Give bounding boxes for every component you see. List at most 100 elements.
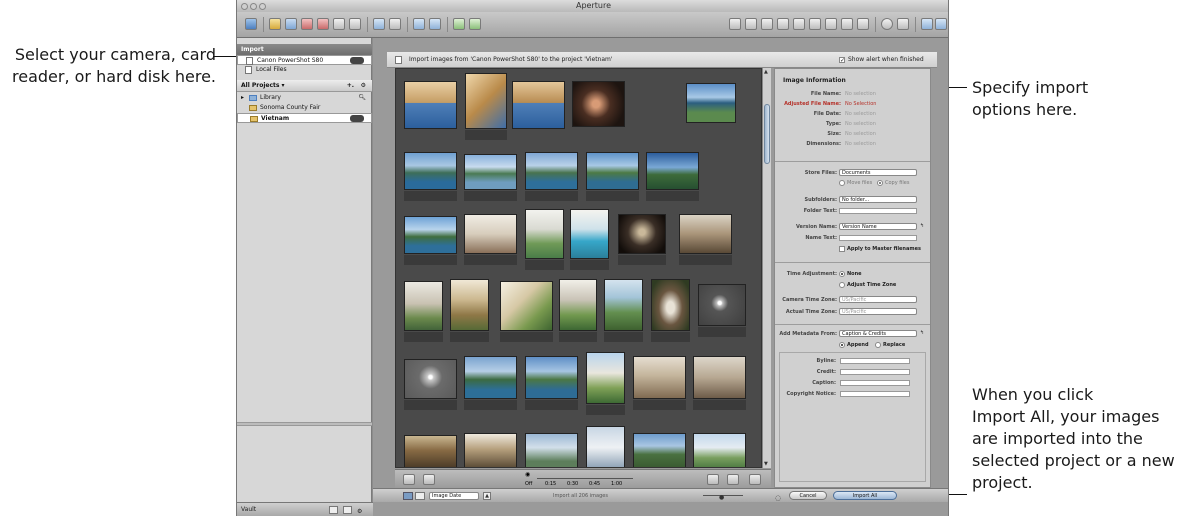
- image-thumbnail[interactable]: [404, 435, 457, 467]
- project-item-library[interactable]: ▸ Library 🔍︎: [237, 93, 372, 103]
- credit-field[interactable]: [840, 369, 910, 375]
- list-view-icon[interactable]: [415, 492, 425, 500]
- image-thumbnail[interactable]: [693, 433, 746, 467]
- image-thumbnail[interactable]: [464, 214, 517, 254]
- copyright-notice-field[interactable]: [840, 391, 910, 397]
- image-thumbnail[interactable]: [693, 356, 746, 399]
- vault-add-icon[interactable]: [343, 506, 352, 514]
- show-alert-checkbox[interactable]: ✓: [839, 57, 845, 64]
- spot-patch-tool-icon[interactable]: [825, 18, 837, 30]
- import-all-button[interactable]: Import All: [833, 491, 897, 500]
- time-slider-track[interactable]: [537, 478, 633, 479]
- rotate-icon[interactable]: [707, 474, 719, 485]
- version-name-popup[interactable]: Version Name: [839, 223, 917, 230]
- project-item-vietnam[interactable]: Vietnam: [237, 113, 372, 123]
- image-thumbnail[interactable]: [570, 209, 609, 259]
- image-thumbnail[interactable]: [559, 279, 597, 331]
- minimize-window-button[interactable]: [250, 3, 257, 10]
- search-icon[interactable]: 🔍︎: [358, 93, 366, 103]
- rotate-left-icon[interactable]: [453, 18, 465, 30]
- slider-knob-icon[interactable]: ●: [719, 491, 724, 505]
- image-thumbnail[interactable]: [586, 352, 625, 404]
- full-screen-icon[interactable]: [881, 18, 893, 30]
- redeye-tool-icon[interactable]: [809, 18, 821, 30]
- image-thumbnail[interactable]: [464, 433, 517, 467]
- inspector-icon[interactable]: [897, 18, 909, 30]
- image-thumbnail[interactable]: [646, 152, 699, 190]
- image-thumbnail[interactable]: [618, 214, 666, 254]
- stack-icon[interactable]: [373, 18, 385, 30]
- gear-icon[interactable]: ⚙: [361, 80, 366, 92]
- layout-icon[interactable]: [921, 18, 933, 30]
- straighten-tool-icon[interactable]: [777, 18, 789, 30]
- image-thumbnail[interactable]: [633, 433, 686, 467]
- image-thumbnail[interactable]: [450, 279, 489, 331]
- byline-field[interactable]: [840, 358, 910, 364]
- adjust-time-zone-radio[interactable]: [839, 282, 845, 288]
- rotate-right-icon[interactable]: [469, 18, 481, 30]
- image-thumbnail[interactable]: [604, 279, 643, 331]
- select-tool-icon[interactable]: [729, 18, 741, 30]
- subfolders-popup[interactable]: No folder...: [839, 196, 917, 203]
- none-radio[interactable]: [839, 271, 845, 277]
- new-book-icon[interactable]: [349, 18, 361, 30]
- eye-icon[interactable]: [857, 18, 869, 30]
- image-thumbnail[interactable]: [404, 152, 457, 190]
- image-thumbnail[interactable]: [525, 152, 578, 190]
- name-text-field[interactable]: [839, 235, 917, 241]
- lift-tool-icon[interactable]: [761, 18, 773, 30]
- new-project-icon[interactable]: [269, 18, 281, 30]
- scroll-thumb[interactable]: [764, 104, 770, 164]
- import-toolbar-icon[interactable]: [245, 18, 257, 30]
- image-thumbnail[interactable]: [404, 216, 457, 254]
- scroll-up-icon[interactable]: ▲: [764, 69, 768, 75]
- move-files-radio[interactable]: [839, 180, 845, 186]
- loupe-icon[interactable]: [841, 18, 853, 30]
- image-thumbnail[interactable]: [464, 356, 517, 399]
- zoom-window-button[interactable]: [259, 3, 266, 10]
- rotate-tool-icon[interactable]: [745, 18, 757, 30]
- camera-time-zone-popup[interactable]: US/Pacific: [839, 296, 917, 303]
- scroll-down-icon[interactable]: ▼: [764, 461, 768, 467]
- image-thumbnail[interactable]: [512, 81, 565, 129]
- image-thumbnail[interactable]: [525, 433, 578, 467]
- folder-text-field[interactable]: [839, 208, 917, 214]
- all-projects-header[interactable]: All Projects ▾ +. ⚙: [237, 80, 372, 92]
- metadata-popup[interactable]: Caption & Credits: [839, 330, 917, 337]
- image-thumbnail[interactable]: [572, 81, 625, 127]
- disclosure-triangle-icon[interactable]: ▸: [241, 93, 244, 103]
- sort-popup[interactable]: Image Date: [429, 492, 479, 500]
- close-window-button[interactable]: [241, 3, 248, 10]
- copy-files-radio[interactable]: [877, 180, 883, 186]
- new-album-icon[interactable]: [301, 18, 313, 30]
- panel-splitter[interactable]: [237, 422, 372, 426]
- caption-field[interactable]: [840, 380, 910, 386]
- new-smart-album-icon[interactable]: [317, 18, 329, 30]
- crop-tool-icon[interactable]: [793, 18, 805, 30]
- vault-gear-icon[interactable]: ⚙: [357, 505, 362, 516]
- image-thumbnail[interactable]: [404, 281, 443, 331]
- edit-icon[interactable]: ↰: [920, 223, 924, 229]
- grid-view-icon[interactable]: [403, 492, 413, 500]
- replace-radio[interactable]: [875, 342, 881, 348]
- image-thumbnail[interactable]: [465, 73, 507, 129]
- actual-time-zone-popup[interactable]: US/Pacific: [839, 308, 917, 315]
- view-icon[interactable]: [423, 474, 435, 485]
- sync-icon[interactable]: [329, 506, 338, 514]
- image-thumbnail[interactable]: [651, 279, 690, 331]
- image-thumbnail[interactable]: [633, 356, 686, 399]
- apply-master-checkbox[interactable]: [839, 246, 845, 252]
- email-icon[interactable]: [429, 18, 441, 30]
- slider-knob-icon[interactable]: ◉: [525, 471, 530, 478]
- store-files-popup[interactable]: Documents: [839, 169, 917, 176]
- image-thumbnail[interactable]: [464, 154, 517, 190]
- edit-icon[interactable]: ↰: [920, 330, 924, 336]
- image-thumbnail[interactable]: [525, 356, 578, 399]
- eject-icon[interactable]: [350, 57, 364, 64]
- image-thumbnail[interactable]: [525, 209, 564, 259]
- pick-icon[interactable]: [389, 18, 401, 30]
- append-radio[interactable]: [839, 342, 845, 348]
- image-thumbnail[interactable]: [586, 152, 639, 190]
- flag-icon[interactable]: [727, 474, 739, 485]
- view-icon[interactable]: [403, 474, 415, 485]
